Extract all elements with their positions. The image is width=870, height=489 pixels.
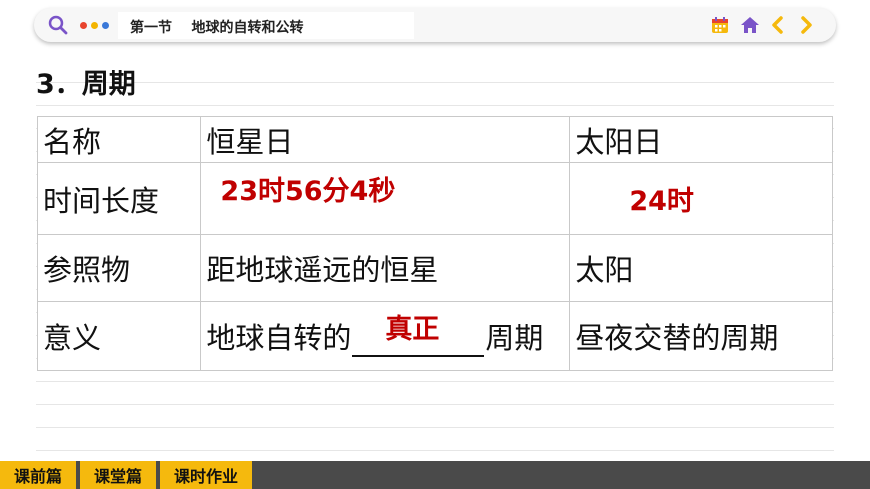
row-label-reference: 参照物 (36, 234, 202, 302)
section-heading: 3．周期 (36, 69, 136, 100)
meaning-suffix: 周期 (485, 321, 544, 355)
cell-solar-meaning: 昼夜交替的周期 (569, 301, 833, 371)
header-solar-day: 太阳日 (569, 116, 833, 163)
cell-solar-reference: 太阳 (569, 234, 833, 302)
dot-blue (102, 22, 109, 29)
home-icon[interactable] (740, 15, 760, 35)
cell-sidereal-duration: 23时56分4秒 (200, 162, 571, 235)
title-box: 第一节 地球的自转和公转 (118, 12, 414, 39)
tab-homework[interactable]: 课时作业 (160, 461, 252, 489)
tab-in-class[interactable]: 课堂篇 (80, 461, 156, 489)
row-label-duration: 时间长度 (36, 162, 202, 235)
top-toolbar: 第一节 地球的自转和公转 (34, 8, 836, 42)
bottom-nav: 课前篇 课堂篇 课时作业 (0, 461, 870, 489)
header-name: 名称 (36, 116, 202, 163)
page-title: 第一节 地球的自转和公转 (130, 20, 304, 36)
answer-blank: 真正 (385, 314, 440, 345)
tab-pre-class[interactable]: 课前篇 (0, 461, 76, 489)
table-header-row: 名称 恒星日 太阳日 (36, 116, 833, 163)
period-table: 名称 恒星日 太阳日 时间长度 23时56分4秒 24时 参照物 距地球遥远的恒… (36, 116, 833, 371)
fill-blank: 真正 (352, 314, 485, 357)
table-row: 参照物 距地球遥远的恒星 太阳 (36, 234, 833, 302)
cell-sidereal-reference: 距地球遥远的恒星 (200, 234, 571, 302)
dot-yellow (91, 22, 98, 29)
table-row: 时间长度 23时56分4秒 24时 (36, 162, 833, 235)
cell-sidereal-meaning: 地球自转的 真正 周期 (200, 301, 571, 371)
calendar-icon[interactable] (710, 15, 730, 35)
search-icon[interactable] (48, 15, 68, 35)
menu-dots[interactable] (80, 22, 109, 29)
header-sidereal-day: 恒星日 (200, 116, 571, 163)
cell-solar-duration: 24时 (569, 162, 833, 235)
row-label-meaning: 意义 (36, 301, 202, 371)
answer-sidereal-duration: 23时56分4秒 (220, 176, 396, 207)
chevron-right-icon[interactable] (796, 15, 816, 35)
dot-red (80, 22, 87, 29)
meaning-prefix: 地球自转的 (206, 321, 352, 355)
answer-solar-duration: 24时 (629, 186, 694, 217)
table-row: 意义 地球自转的 真正 周期 昼夜交替的周期 (36, 301, 833, 371)
chevron-left-icon[interactable] (768, 15, 788, 35)
